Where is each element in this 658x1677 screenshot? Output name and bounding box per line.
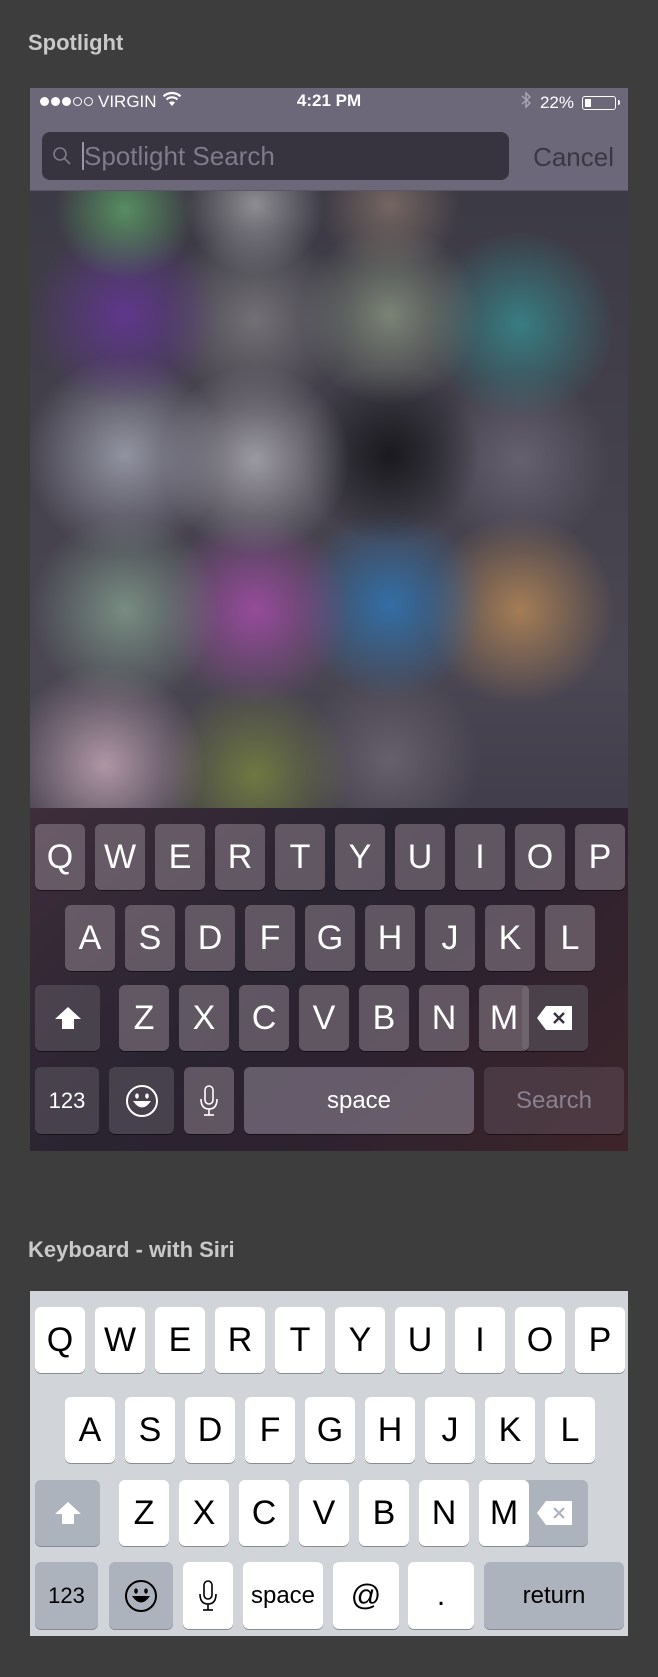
key-o[interactable]: O [515, 1307, 565, 1373]
search-key[interactable]: Search [484, 1067, 624, 1134]
emoji-icon [125, 1084, 158, 1117]
key-h[interactable]: H [365, 905, 415, 971]
key-w[interactable]: W [95, 824, 145, 890]
key-r[interactable]: R [215, 1307, 265, 1373]
key-e[interactable]: E [155, 1307, 205, 1373]
key-z[interactable]: Z [119, 1480, 169, 1546]
key-u[interactable]: U [395, 1307, 445, 1373]
key-v[interactable]: V [299, 1480, 349, 1546]
shift-key[interactable] [35, 1480, 100, 1546]
dark-keyboard: QWERTYUIOP ASDFGHJKL ZXCVBNM 123 space S… [30, 808, 628, 1151]
microphone-icon [200, 1084, 218, 1116]
key-q[interactable]: Q [35, 824, 85, 890]
key-c[interactable]: C [239, 1480, 289, 1546]
dictation-key[interactable] [184, 1067, 234, 1134]
section-title-spotlight: Spotlight [28, 30, 124, 55]
key-t[interactable]: T [275, 824, 325, 890]
key-r[interactable]: R [215, 824, 265, 890]
light-keyboard: QWERTYUIOP ASDFGHJKL ZXCVBNM 123 space @… [30, 1291, 628, 1636]
shift-key[interactable] [35, 985, 100, 1051]
microphone-icon [199, 1579, 217, 1611]
key-u[interactable]: U [395, 824, 445, 890]
battery-percent: 22% [539, 92, 574, 112]
backspace-icon [537, 1501, 572, 1525]
key-x[interactable]: X [179, 1480, 229, 1546]
key-y[interactable]: Y [335, 824, 385, 890]
key-f[interactable]: F [245, 1397, 295, 1463]
key-k[interactable]: K [485, 905, 535, 971]
search-placeholder: Spotlight Search [84, 140, 275, 171]
battery-icon [582, 95, 620, 110]
key-k[interactable]: K [485, 1397, 535, 1463]
key-x[interactable]: X [179, 985, 229, 1051]
spotlight-screen: VIRGIN 4:21 PM 22% Spotlight Search Canc… [30, 88, 628, 1151]
emoji-icon [125, 1579, 157, 1612]
space-key[interactable]: space [244, 1067, 474, 1134]
bluetooth-icon [520, 91, 532, 114]
key-b[interactable]: B [359, 1480, 409, 1546]
return-key[interactable]: return [484, 1562, 624, 1629]
key-i[interactable]: I [455, 824, 505, 890]
key-g[interactable]: G [305, 905, 355, 971]
key-p[interactable]: P [575, 824, 625, 890]
dictation-key[interactable] [183, 1562, 233, 1629]
key-a[interactable]: A [65, 1397, 115, 1463]
key-v[interactable]: V [299, 985, 349, 1051]
space-key[interactable]: space [243, 1562, 323, 1629]
status-bar: VIRGIN 4:21 PM 22% [30, 88, 628, 114]
key-w[interactable]: W [95, 1307, 145, 1373]
key-j[interactable]: J [425, 1397, 475, 1463]
key-s[interactable]: S [125, 905, 175, 971]
key-p[interactable]: P [575, 1307, 625, 1373]
numbers-key[interactable]: 123 [35, 1067, 99, 1134]
key-o[interactable]: O [515, 824, 565, 890]
period-key[interactable]: . [408, 1562, 474, 1629]
key-s[interactable]: S [125, 1397, 175, 1463]
key-m[interactable]: M [479, 1480, 529, 1546]
spotlight-header: VIRGIN 4:21 PM 22% Spotlight Search Canc… [30, 88, 628, 191]
emoji-key[interactable] [109, 1067, 174, 1134]
key-l[interactable]: L [545, 905, 595, 971]
key-i[interactable]: I [455, 1307, 505, 1373]
key-d[interactable]: D [185, 905, 235, 971]
key-g[interactable]: G [305, 1397, 355, 1463]
at-key[interactable]: @ [333, 1562, 399, 1629]
key-h[interactable]: H [365, 1397, 415, 1463]
emoji-key[interactable] [109, 1562, 173, 1629]
delete-key[interactable] [522, 985, 588, 1051]
key-j[interactable]: J [425, 905, 475, 971]
key-q[interactable]: Q [35, 1307, 85, 1373]
delete-key[interactable] [522, 1480, 588, 1546]
key-z[interactable]: Z [119, 985, 169, 1051]
key-t[interactable]: T [275, 1307, 325, 1373]
cancel-button[interactable]: Cancel [533, 142, 614, 173]
key-m[interactable]: M [479, 985, 529, 1051]
key-c[interactable]: C [239, 985, 289, 1051]
numbers-key[interactable]: 123 [35, 1562, 98, 1629]
section-title-keyboard: Keyboard - with Siri [28, 1237, 235, 1262]
key-n[interactable]: N [419, 1480, 469, 1546]
key-n[interactable]: N [419, 985, 469, 1051]
backspace-icon [537, 1006, 572, 1030]
key-f[interactable]: F [245, 905, 295, 971]
shift-arrow-icon [54, 1007, 81, 1029]
key-a[interactable]: A [65, 905, 115, 971]
shift-arrow-icon [54, 1502, 81, 1524]
key-b[interactable]: B [359, 985, 409, 1051]
key-y[interactable]: Y [335, 1307, 385, 1373]
search-icon [52, 146, 80, 166]
key-d[interactable]: D [185, 1397, 235, 1463]
spotlight-search-input[interactable]: Spotlight Search [42, 132, 509, 180]
key-l[interactable]: L [545, 1397, 595, 1463]
key-e[interactable]: E [155, 824, 205, 890]
